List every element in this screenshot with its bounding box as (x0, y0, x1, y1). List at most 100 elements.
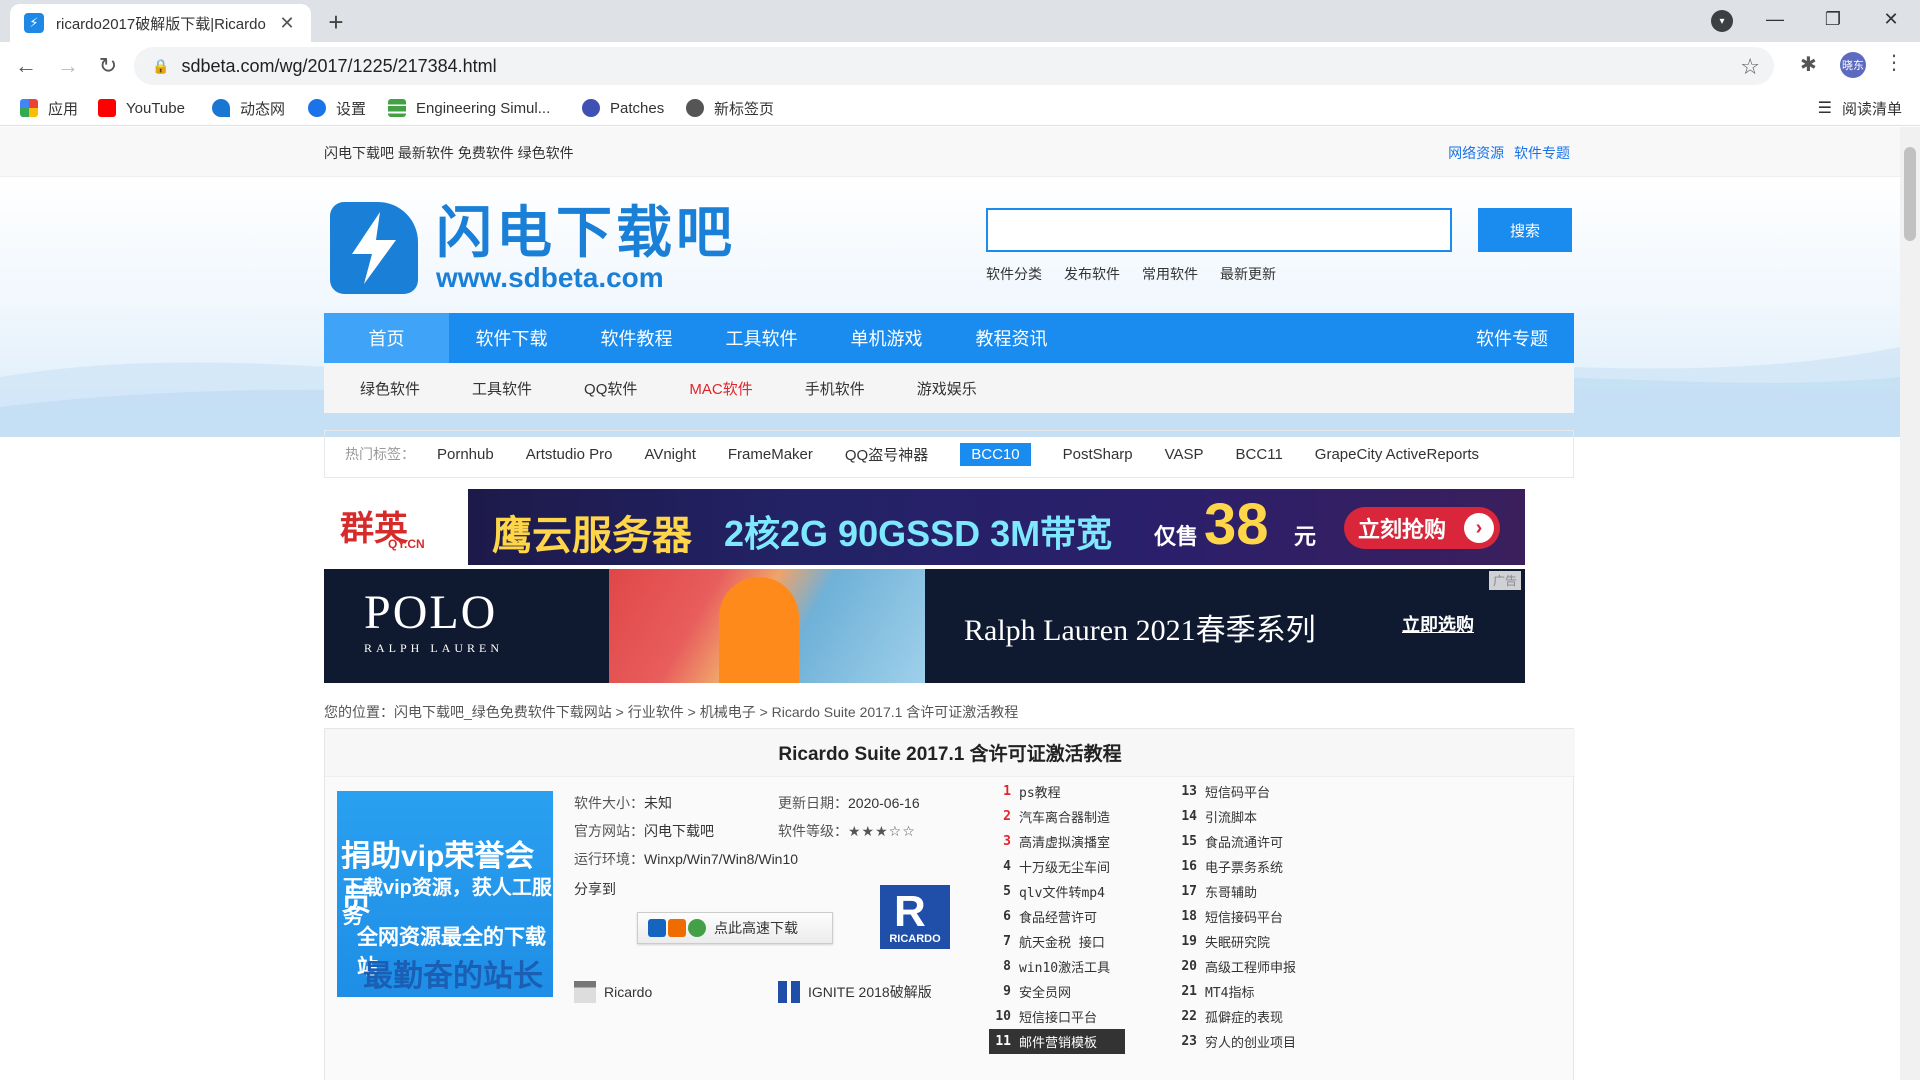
address-bar[interactable]: 🔒 sdbeta.com/wg/2017/1225/217384.html ☆ (134, 47, 1774, 85)
hot-tag[interactable]: QQ盗号神器 (845, 444, 928, 465)
browser-toolbar: ← → ↻ 🔒 sdbeta.com/wg/2017/1225/217384.h… (0, 42, 1920, 90)
reading-list[interactable]: ☰ 阅读清单 (1818, 96, 1902, 120)
rank-item[interactable]: 9 安全员网 (989, 979, 1125, 1004)
back-icon[interactable]: ← (8, 48, 44, 84)
nav-home[interactable]: 首页 (324, 313, 449, 363)
download-button[interactable]: 点此高速下载 (637, 912, 833, 944)
rank-item[interactable]: 17 东哥辅助 (1175, 879, 1296, 904)
extensions-icon[interactable]: ✱ (1800, 52, 1817, 77)
subnav-tools[interactable]: 工具软件 (472, 378, 532, 399)
lock-icon[interactable]: 🔒 (152, 58, 169, 75)
search-button[interactable]: 搜索 (1478, 208, 1572, 252)
bookmark-youtube[interactable]: YouTube (98, 96, 185, 120)
bookmark-dongtai[interactable]: 动态网 (212, 96, 285, 120)
ad-buy-button[interactable]: 立刻抢购 › (1344, 507, 1500, 549)
tab-search-icon[interactable]: ▾ (1711, 10, 1733, 32)
rank-item[interactable]: 16 电子票务系统 (1175, 854, 1296, 879)
nav-software-download[interactable]: 软件下载 (449, 313, 574, 363)
reload-icon[interactable]: ↻ (90, 48, 126, 84)
rank-item[interactable]: 15 食品流通许可 (1175, 829, 1296, 854)
quick-link-publish[interactable]: 发布软件 (1064, 264, 1120, 284)
polo-ad-banner[interactable]: POLO RALPH LAUREN Ralph Lauren 2021春季系列 … (324, 569, 1525, 683)
subnav-mobile[interactable]: 手机软件 (805, 378, 865, 399)
rank-item[interactable]: 3 高清虚拟演播室 (989, 829, 1125, 854)
nav-tutorials[interactable]: 软件教程 (574, 313, 699, 363)
hot-tag[interactable]: BCC11 (1236, 446, 1283, 463)
nav-tools[interactable]: 工具软件 (699, 313, 824, 363)
rank-item[interactable]: 13 短信码平台 (1175, 779, 1296, 804)
info-site-value[interactable]: 闪电下载吧 (644, 823, 714, 839)
bookmark-apps[interactable]: 应用 (20, 96, 78, 120)
hot-tag[interactable]: FrameMaker (728, 446, 813, 463)
hot-tag[interactable]: Pornhub (437, 446, 494, 463)
rank-item[interactable]: 23 穷人的创业项目 (1175, 1029, 1296, 1054)
rank-item[interactable]: 5 qlv文件转mp4 (989, 879, 1125, 904)
site-logo[interactable]: 闪电下载吧 www.sdbeta.com (330, 202, 736, 294)
ad-label: 广告 (1488, 571, 1521, 590)
hot-tag[interactable]: PostSharp (1063, 446, 1133, 463)
close-tab-icon[interactable]: ✕ (277, 13, 297, 33)
window-close-icon[interactable]: ✕ (1868, 0, 1914, 38)
rank-item[interactable]: 20 高级工程师申报 (1175, 954, 1296, 979)
subnav-mac[interactable]: MAC软件 (689, 378, 752, 399)
nav-topics[interactable]: 软件专题 (1476, 313, 1548, 363)
breadcrumb: 您的位置：闪电下载吧_绿色免费软件下载网站 > 行业软件 > 机械电子 > Ri… (324, 702, 1018, 722)
rank-item[interactable]: 7 航天金税 接口 (989, 929, 1125, 954)
quick-link-common[interactable]: 常用软件 (1142, 264, 1198, 284)
search-input[interactable] (986, 208, 1452, 252)
rank-text: 短信接口平台 (1019, 1011, 1098, 1026)
ad-shop-now-link[interactable]: 立即选购 (1402, 611, 1474, 637)
maximize-icon[interactable]: ❐ (1810, 0, 1856, 38)
browser-tab[interactable]: ⚡ ricardo2017破解版下载|Ricardo ✕ (10, 4, 311, 42)
rank-item[interactable]: 8 win10激活工具 (989, 954, 1125, 979)
bookmark-star-icon[interactable]: ☆ (1740, 54, 1760, 80)
forward-icon[interactable]: → (50, 48, 86, 84)
nav-games[interactable]: 单机游戏 (824, 313, 949, 363)
rank-item[interactable]: 19 失眠研究院 (1175, 929, 1296, 954)
bookmark-engineering[interactable]: Engineering Simul... (388, 96, 550, 120)
ad-slogan: Ralph Lauren 2021春季系列 (964, 614, 1316, 647)
url-text[interactable]: sdbeta.com/wg/2017/1225/217384.html (181, 56, 496, 77)
quick-link-latest[interactable]: 最新更新 (1220, 264, 1276, 284)
link-network-resources[interactable]: 网络资源 (1448, 145, 1504, 161)
hot-tag-selected[interactable]: BCC10 (960, 442, 1031, 466)
hot-tag[interactable]: AVnight (644, 446, 695, 463)
hot-tag[interactable]: VASP (1165, 446, 1204, 463)
ad-photo (609, 569, 925, 683)
server-ad-banner[interactable]: 群英 QY.CN 鹰云服务器 2核2G 90GSSD 3M带宽 仅售 38 元 … (324, 489, 1525, 565)
browser-menu-icon[interactable]: ⋮ (1884, 50, 1904, 75)
page-scrollbar[interactable] (1900, 127, 1920, 1080)
nav-news[interactable]: 教程资讯 (949, 313, 1074, 363)
vip-promo-banner[interactable]: 捐助vip荣誉会员 下载vip资源，获人工服务 全网资源最全的下载站 最勤奋的站… (337, 791, 553, 997)
profile-avatar[interactable]: 晓东 (1840, 52, 1866, 78)
link-software-topics[interactable]: 软件专题 (1514, 145, 1570, 161)
rank-item[interactable]: 4 十万级无尘车间 (989, 854, 1125, 879)
subnav-qq[interactable]: QQ软件 (584, 378, 637, 399)
related-link-ignite[interactable]: IGNITE 2018破解版 (778, 981, 932, 1003)
info-level-label: 软件等级： (778, 823, 848, 839)
bookmark-newtab[interactable]: 新标签页 (686, 96, 774, 120)
rank-item[interactable]: 18 短信接码平台 (1175, 904, 1296, 929)
new-tab-icon[interactable]: + (322, 7, 350, 37)
rank-item-highlighted[interactable]: 11 邮件营销模板 (989, 1029, 1125, 1054)
rank-item[interactable]: 6 食品经营许可 (989, 904, 1125, 929)
subnav-green[interactable]: 绿色软件 (360, 378, 420, 399)
bookmark-patches[interactable]: Patches (582, 96, 664, 120)
rank-item[interactable]: 21 MT4指标 (1175, 979, 1296, 1004)
hot-tag[interactable]: GrapeCity ActiveReports (1315, 446, 1479, 463)
minimize-icon[interactable]: — (1752, 0, 1798, 38)
quick-link-categories[interactable]: 软件分类 (986, 264, 1042, 284)
bookmark-settings[interactable]: 设置 (308, 96, 366, 120)
rank-item[interactable]: 14 引流脚本 (1175, 804, 1296, 829)
hot-tag[interactable]: Artstudio Pro (526, 446, 613, 463)
rank-item[interactable]: 10 短信接口平台 (989, 1004, 1125, 1029)
rank-item[interactable]: 22 孤僻症的表现 (1175, 1004, 1296, 1029)
scrollbar-thumb[interactable] (1904, 147, 1916, 241)
breadcrumb-path[interactable]: 闪电下载吧_绿色免费软件下载网站 > 行业软件 > 机械电子 > Ricardo… (394, 704, 1018, 720)
related-link-ricardo[interactable]: Ricardo (574, 981, 652, 1003)
bookmark-label: 动态网 (240, 100, 286, 118)
subnav-games[interactable]: 游戏娱乐 (917, 378, 977, 399)
info-update-label: 更新日期： (778, 795, 848, 811)
rank-item[interactable]: 2 汽车离合器制造 (989, 804, 1125, 829)
rank-item[interactable]: 1 ps教程 (989, 779, 1125, 804)
